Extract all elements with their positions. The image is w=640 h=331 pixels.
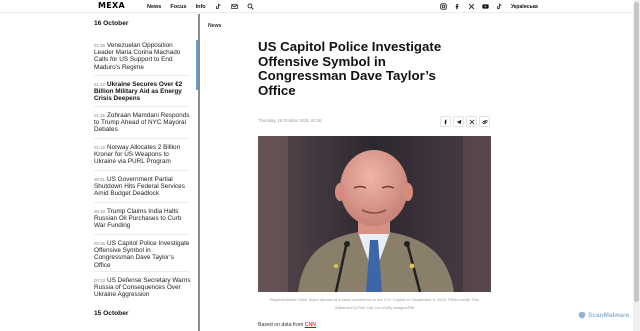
news-time: 00:36 (94, 241, 105, 246)
divider (94, 202, 190, 203)
nav-item-info[interactable]: Info (196, 4, 206, 10)
divider (94, 138, 190, 139)
article-date: Thursday, 16 October 2025, 00:36 (258, 118, 322, 123)
divider (94, 234, 190, 235)
divider (94, 75, 190, 76)
news-time: 00:48 (94, 209, 105, 214)
column-divider (198, 14, 200, 331)
section-label[interactable]: News (208, 23, 222, 29)
top-bar: MEXA News Focus Info Українська (0, 0, 640, 13)
page-scrollbar[interactable] (633, 0, 640, 331)
article-title: US Capitol Police Investigate Offensive … (258, 39, 442, 98)
date-heading: 15 October (94, 310, 129, 317)
news-time: 00:51 (94, 177, 105, 182)
divider (94, 271, 190, 272)
shield-icon (578, 311, 586, 319)
news-time: 01:32 (94, 82, 105, 87)
x-icon[interactable] (468, 3, 475, 10)
instagram-icon[interactable] (440, 3, 447, 10)
news-item[interactable]: 00:51 US Government Partial Shutdown Hits… (94, 176, 192, 198)
share-buttons (438, 116, 490, 127)
language-switch[interactable]: Українська (511, 4, 538, 10)
date-heading: 16 October (94, 20, 129, 27)
news-headline: Zohraan Mamdani Responds to Trump Ahead … (94, 112, 190, 134)
article-photo (258, 136, 491, 292)
main-nav: News Focus Info (147, 3, 263, 10)
source-prefix: Based on data from (258, 322, 304, 328)
divider (94, 170, 190, 171)
watermark-text: ScanMalware (588, 311, 630, 319)
facebook-icon[interactable] (454, 3, 461, 10)
news-headline: US Defense Secretary Warns Russia of Con… (94, 277, 191, 299)
watermark: ScanMalware (578, 311, 629, 319)
search-icon[interactable] (247, 3, 254, 10)
news-time: 01:25 (94, 113, 105, 118)
youtube-icon[interactable] (482, 3, 489, 10)
social-links: Українська (440, 3, 538, 10)
nav-item-focus[interactable]: Focus (170, 4, 186, 10)
nav-item-news[interactable]: News (147, 4, 161, 10)
news-headline: Norway Allocates 2 Billion Kroner for US… (94, 144, 181, 166)
link-icon[interactable] (479, 116, 490, 127)
scrollbar-thumb[interactable] (634, 2, 639, 302)
news-item[interactable]: 01:32 Ukraine Secures Over €2 Billion Mil… (94, 81, 192, 103)
news-item[interactable]: 00:48 Trump Claims India Halts Russian Oi… (94, 208, 192, 230)
news-time: 01:18 (94, 145, 105, 150)
article-source: Based on data from CNN (258, 322, 316, 328)
photo-caption: Representative Dave Taylor speaks at a n… (269, 297, 480, 310)
x-icon[interactable] (466, 116, 477, 127)
news-item[interactable]: 00:36 US Capitol Police Investigate Offen… (94, 240, 192, 269)
news-headline: Venezuelan Opposition Leader Maria Corin… (94, 42, 181, 71)
news-headline: US Government Partial Shutdown Hits Fede… (94, 176, 185, 198)
tiktok-icon[interactable] (215, 3, 222, 10)
telegram-icon[interactable] (453, 116, 464, 127)
news-item[interactable]: 01:18 Norway Allocates 2 Billion Kroner f… (94, 144, 192, 166)
news-headline: US Capitol Police Investigate Offensive … (94, 240, 190, 269)
news-time: 00:33 (94, 278, 105, 283)
news-headline: Trump Claims India Halts Russian Oil Pur… (94, 208, 182, 230)
news-feed-sidebar: 16 October 01:36 Venezuelan Opposition Le… (92, 14, 196, 331)
source-link[interactable]: CNN (305, 322, 316, 328)
news-headline: Ukraine Secures Over €2 Billion Military… (94, 81, 183, 103)
site-logo[interactable]: MEXA (98, 1, 125, 10)
news-item[interactable]: 01:25 Zohraan Mamdani Responds to Trump A… (94, 112, 192, 134)
tiktok-icon[interactable] (496, 3, 503, 10)
divider (94, 106, 190, 107)
active-item-marker (196, 40, 198, 90)
news-time: 01:36 (94, 43, 105, 48)
article: News US Capitol Police Investigate Offen… (204, 14, 504, 331)
news-item[interactable]: 01:36 Venezuelan Opposition Leader Maria … (94, 42, 192, 71)
facebook-icon[interactable] (440, 116, 451, 127)
news-item[interactable]: 00:33 US Defense Secretary Warns Russia o… (94, 277, 192, 299)
mail-icon[interactable] (231, 3, 238, 10)
